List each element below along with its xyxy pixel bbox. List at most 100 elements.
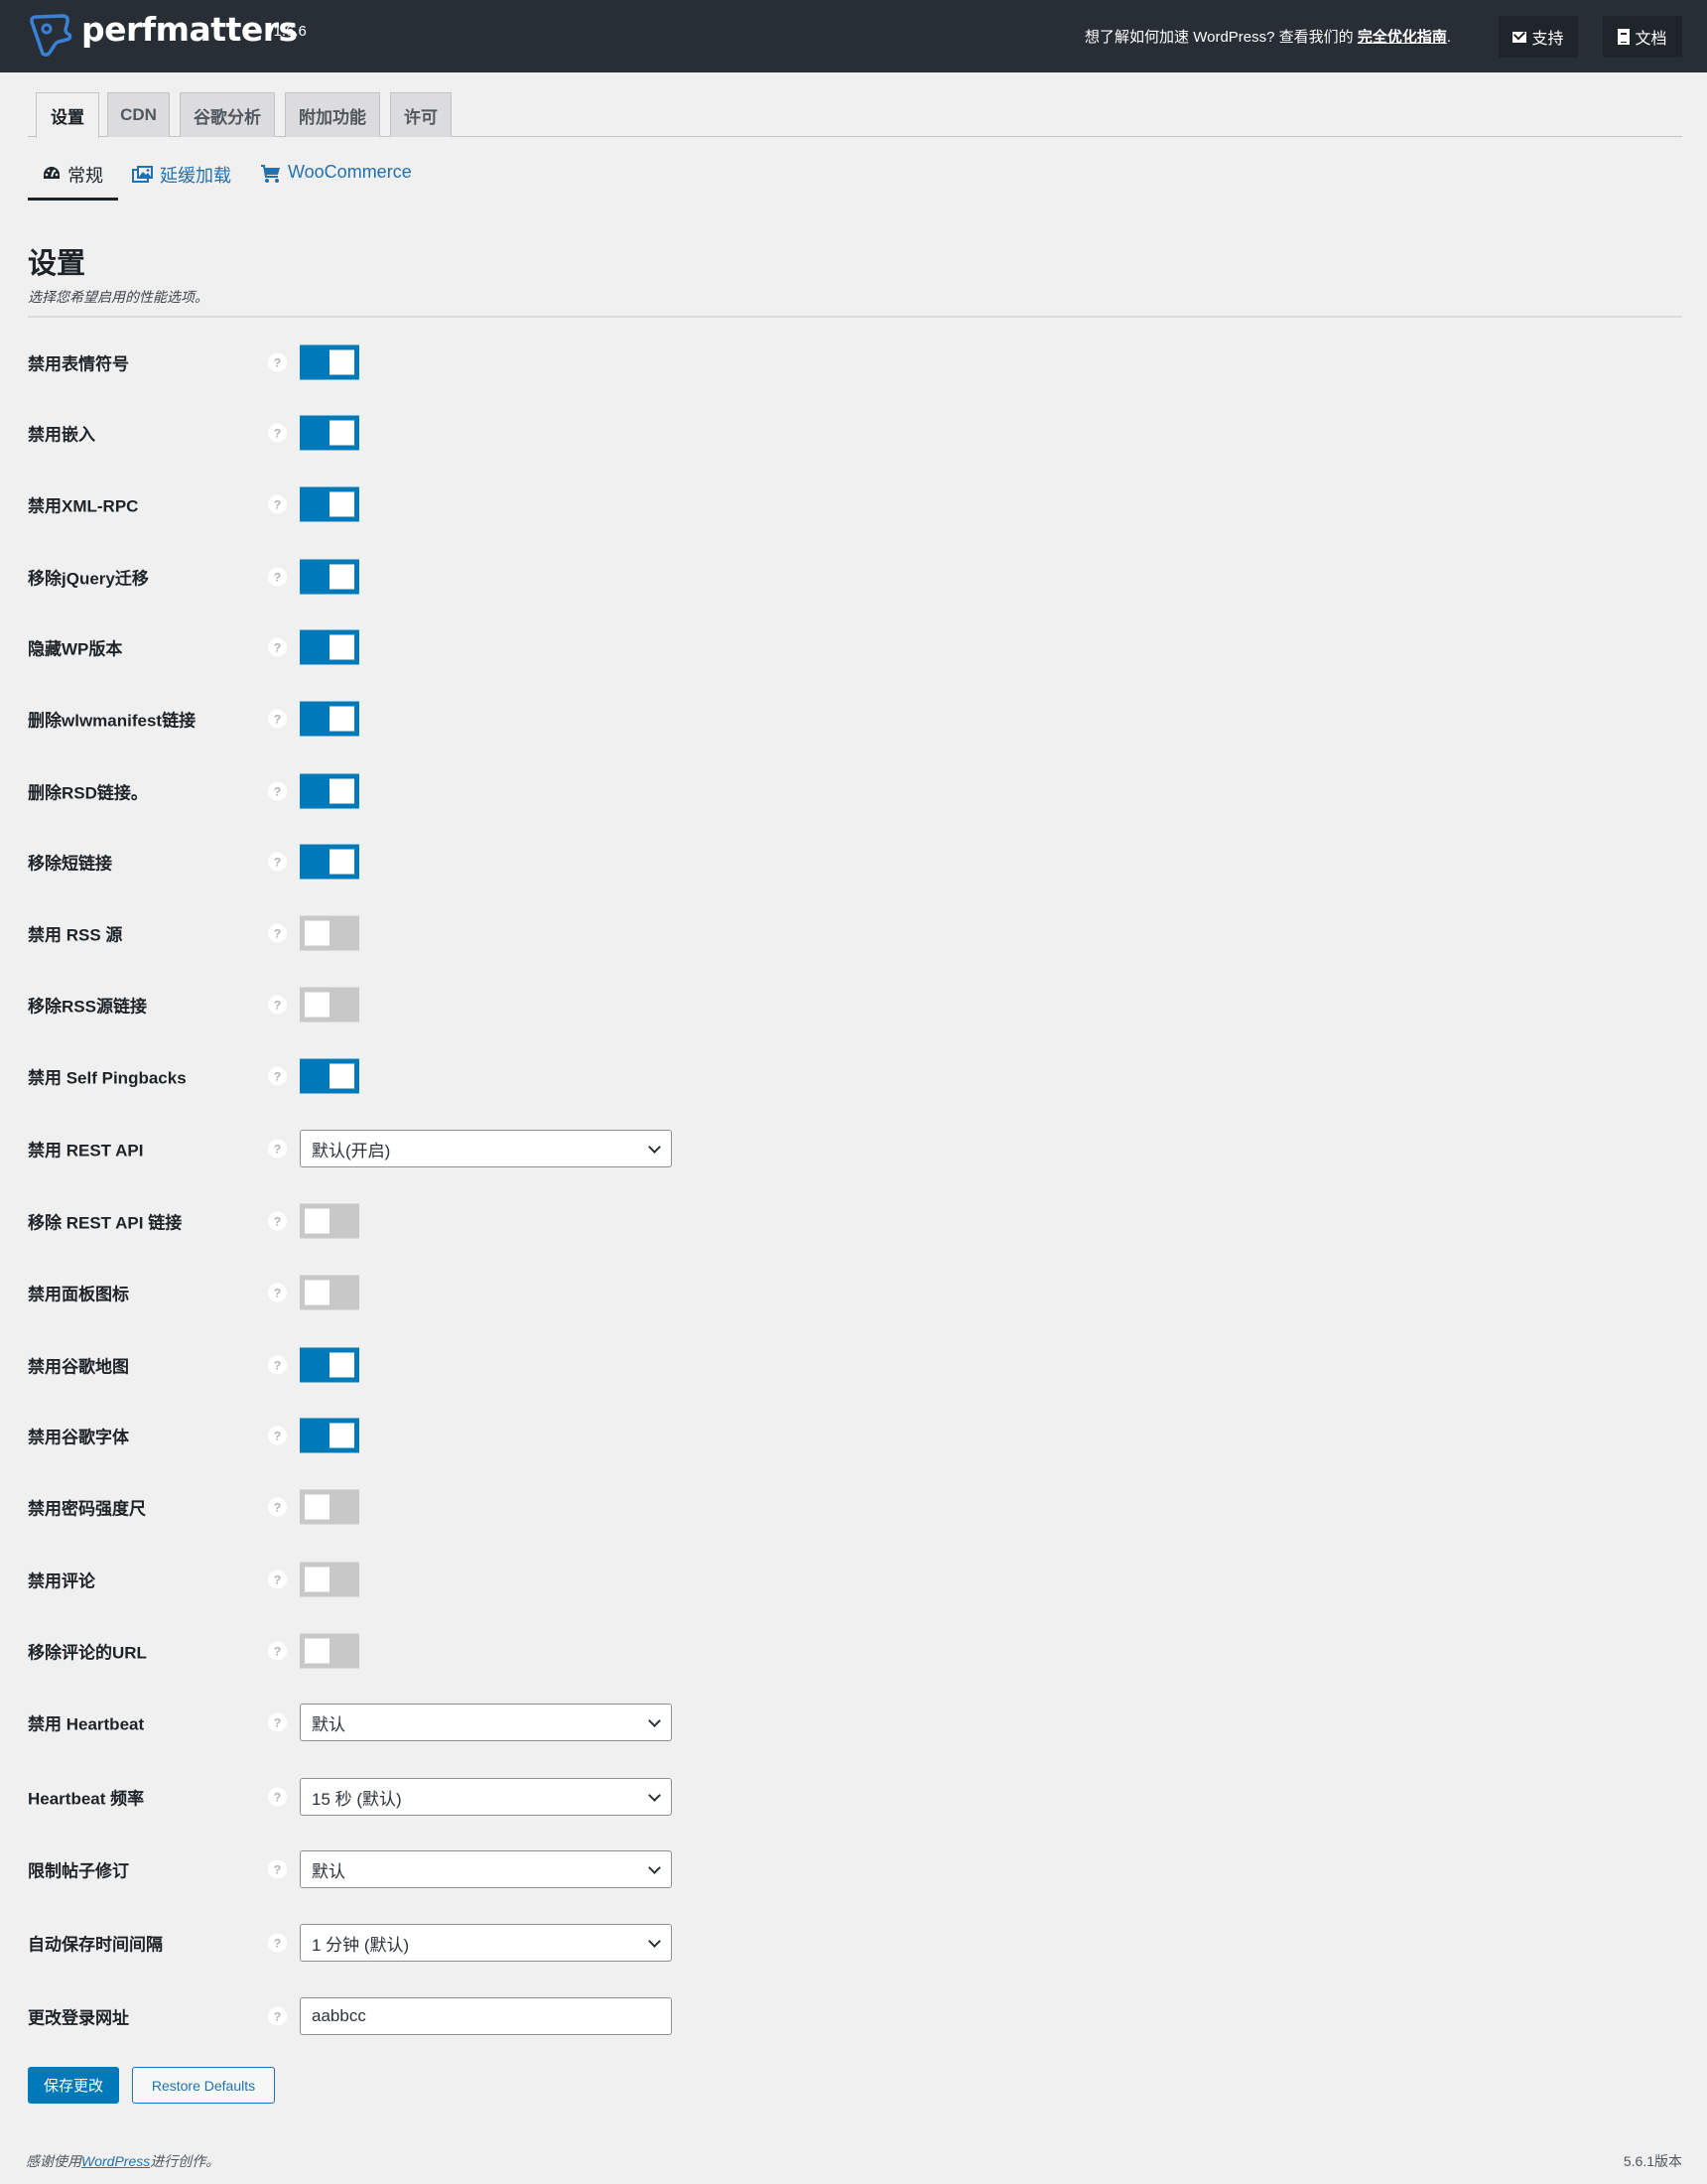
- setting-toggle[interactable]: [300, 344, 359, 380]
- toggle-knob: [329, 564, 354, 590]
- chevron-down-icon: [648, 1861, 661, 1874]
- page-title: 设置: [28, 248, 86, 280]
- help-tooltip-icon[interactable]: ?: [268, 1859, 287, 1879]
- setting-row: 移除短链接?: [28, 842, 683, 882]
- setting-toggle[interactable]: [300, 1058, 359, 1094]
- help-tooltip-icon[interactable]: ?: [268, 1066, 287, 1086]
- help-tooltip-icon[interactable]: ?: [268, 637, 287, 657]
- help-tooltip-icon[interactable]: ?: [268, 1283, 287, 1302]
- support-button[interactable]: 支持: [1499, 16, 1578, 58]
- setting-select[interactable]: 15 秒 (默认): [300, 1778, 672, 1816]
- setting-toggle[interactable]: [300, 844, 359, 880]
- setting-label: 禁用 REST API: [28, 1141, 144, 1160]
- save-changes-button[interactable]: 保存更改: [28, 2067, 119, 2104]
- setting-toggle[interactable]: [300, 773, 359, 809]
- tab-extras[interactable]: 附加功能: [285, 92, 380, 137]
- optimization-guide-link[interactable]: 完全优化指南: [1358, 29, 1447, 46]
- tab-google-analytics[interactable]: 谷歌分析: [180, 92, 275, 137]
- help-tooltip-icon[interactable]: ?: [268, 1139, 287, 1159]
- wp-version: 5.6.1版本: [1623, 2153, 1682, 2169]
- toggle-knob: [329, 634, 354, 660]
- setting-select[interactable]: 默认(开启): [300, 1130, 672, 1167]
- setting-row: 禁用谷歌地图?: [28, 1345, 683, 1385]
- help-tooltip-icon[interactable]: ?: [268, 1355, 287, 1375]
- help-tooltip-icon[interactable]: ?: [268, 1211, 287, 1231]
- help-tooltip-icon[interactable]: ?: [268, 1426, 287, 1445]
- footer-prefix: 感谢使用: [26, 2153, 81, 2169]
- setting-label: 更改登录网址: [28, 2008, 129, 2028]
- setting-select[interactable]: 默认: [300, 1850, 672, 1888]
- subtab-lazy-load[interactable]: 延缓加载: [132, 159, 231, 201]
- setting-label: 禁用嵌入: [28, 425, 95, 445]
- chevron-down-icon: [648, 1935, 661, 1948]
- help-tooltip-icon[interactable]: ?: [268, 567, 287, 587]
- help-tooltip-icon[interactable]: ?: [268, 1712, 287, 1732]
- setting-label: 禁用表情符号: [28, 354, 129, 374]
- tab-license[interactable]: 许可: [390, 92, 452, 137]
- select-value: 15 秒 (默认): [312, 1789, 402, 1809]
- help-tooltip-icon[interactable]: ?: [268, 1570, 287, 1589]
- subtab-general[interactable]: 常规: [28, 159, 118, 201]
- help-tooltip-icon[interactable]: ?: [268, 923, 287, 943]
- help-tooltip-icon[interactable]: ?: [268, 995, 287, 1015]
- tab-settings[interactable]: 设置: [36, 92, 99, 138]
- setting-select[interactable]: 1 分钟 (默认): [300, 1924, 672, 1962]
- toggle-knob: [329, 420, 354, 446]
- select-value: 1 分钟 (默认): [312, 1935, 410, 1955]
- setting-toggle[interactable]: [300, 559, 359, 595]
- setting-toggle[interactable]: [300, 629, 359, 665]
- setting-row: 禁用 Heartbeat? 默认: [28, 1703, 683, 1742]
- setting-row: 移除 REST API 链接?: [28, 1201, 683, 1241]
- toggle-knob: [305, 1208, 329, 1234]
- help-tooltip-icon[interactable]: ?: [268, 1497, 287, 1517]
- login-url-input[interactable]: [300, 1997, 672, 2035]
- setting-toggle[interactable]: [300, 1203, 359, 1239]
- subtab-woocommerce[interactable]: WooCommerce: [260, 159, 412, 201]
- help-tooltip-icon[interactable]: ?: [268, 423, 287, 443]
- wordpress-link[interactable]: WordPress: [81, 2153, 150, 2169]
- setting-label: 禁用评论: [28, 1571, 95, 1591]
- toggle-knob: [329, 849, 354, 875]
- setting-toggle[interactable]: [300, 987, 359, 1023]
- setting-toggle[interactable]: [300, 415, 359, 451]
- setting-label: 移除RSS源链接: [28, 997, 147, 1017]
- help-tooltip-icon[interactable]: ?: [268, 352, 287, 372]
- tab-cdn[interactable]: CDN: [107, 92, 170, 137]
- setting-toggle[interactable]: [300, 1489, 359, 1525]
- setting-label: 禁用谷歌地图: [28, 1357, 129, 1377]
- help-tooltip-icon[interactable]: ?: [268, 781, 287, 801]
- subtab-lazy-load-label: 延缓加载: [160, 166, 231, 186]
- help-tooltip-icon[interactable]: ?: [268, 1933, 287, 1953]
- help-tooltip-icon[interactable]: ?: [268, 1787, 287, 1807]
- chevron-down-icon: [648, 1789, 661, 1802]
- setting-row: 移除评论的URL?: [28, 1631, 683, 1671]
- setting-label: 自动保存时间间隔: [28, 1935, 163, 1955]
- setting-toggle[interactable]: [300, 1275, 359, 1310]
- setting-toggle[interactable]: [300, 1633, 359, 1669]
- restore-defaults-button[interactable]: Restore Defaults: [132, 2067, 275, 2104]
- setting-toggle[interactable]: [300, 1347, 359, 1383]
- setting-row: 禁用嵌入?: [28, 413, 683, 453]
- chevron-down-icon: [648, 1714, 661, 1727]
- setting-toggle[interactable]: [300, 701, 359, 737]
- setting-row: 禁用密码强度尺?: [28, 1487, 683, 1527]
- setting-toggle[interactable]: [300, 915, 359, 951]
- setting-row: 移除RSS源链接?: [28, 985, 683, 1024]
- help-tooltip-icon[interactable]: ?: [268, 852, 287, 872]
- help-tooltip-icon[interactable]: ?: [268, 494, 287, 514]
- help-tooltip-icon[interactable]: ?: [268, 709, 287, 729]
- setting-toggle[interactable]: [300, 486, 359, 522]
- help-tooltip-icon[interactable]: ?: [268, 1641, 287, 1661]
- toggle-knob: [305, 1494, 329, 1520]
- docs-button[interactable]: 文档: [1603, 16, 1682, 58]
- setting-label: 禁用 Heartbeat: [28, 1714, 145, 1734]
- setting-toggle[interactable]: [300, 1418, 359, 1453]
- perfmatters-logo-icon: [30, 14, 72, 58]
- setting-label: 移除jQuery迁移: [28, 569, 149, 589]
- toggle-knob: [329, 706, 354, 732]
- setting-label: 隐藏WP版本: [28, 639, 123, 659]
- setting-select[interactable]: 默认: [300, 1704, 672, 1741]
- help-tooltip-icon[interactable]: ?: [268, 2006, 287, 2026]
- setting-label: Heartbeat 频率: [28, 1789, 145, 1809]
- setting-toggle[interactable]: [300, 1562, 359, 1597]
